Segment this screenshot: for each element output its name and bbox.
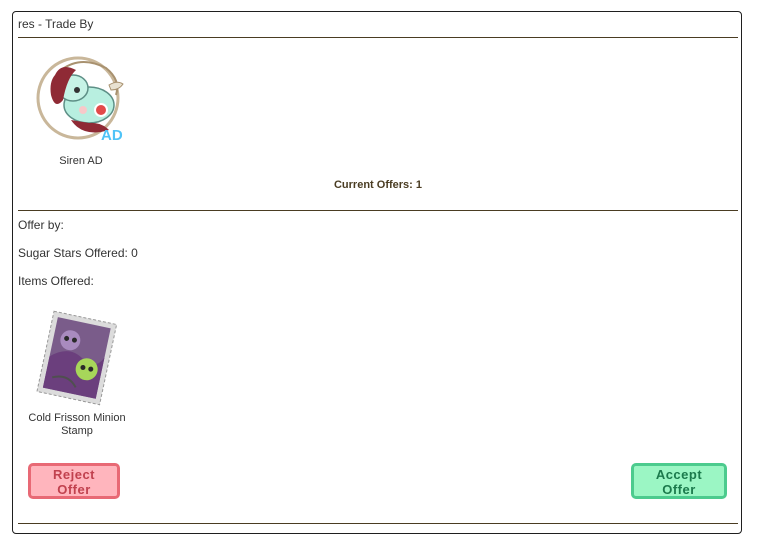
offered-item[interactable]: Cold Frisson Minion Stamp [21,307,133,438]
divider [18,37,738,38]
reject-offer-button[interactable]: Reject Offer [28,463,120,499]
trade-item[interactable]: AD Siren AD [31,50,131,168]
accept-offer-button[interactable]: Accept Offer [631,463,727,499]
sugar-stars-offered: Sugar Stars Offered: 0 [18,246,138,260]
items-offered-label: Items Offered: [18,274,94,288]
ad-badge: AD [101,127,123,144]
trade-panel: res - Trade By AD Siren AD Current Offer… [12,11,742,534]
trade-title: res - Trade By [18,17,94,31]
trade-item-name: Siren AD [59,155,103,167]
divider [18,210,738,211]
stamp-image [36,310,118,406]
offered-item-name: Cold Frisson Minion Stamp [28,412,126,437]
current-offers: Current Offers: 1 [333,179,423,191]
divider [18,523,738,524]
offer-by: Offer by: [18,218,64,232]
